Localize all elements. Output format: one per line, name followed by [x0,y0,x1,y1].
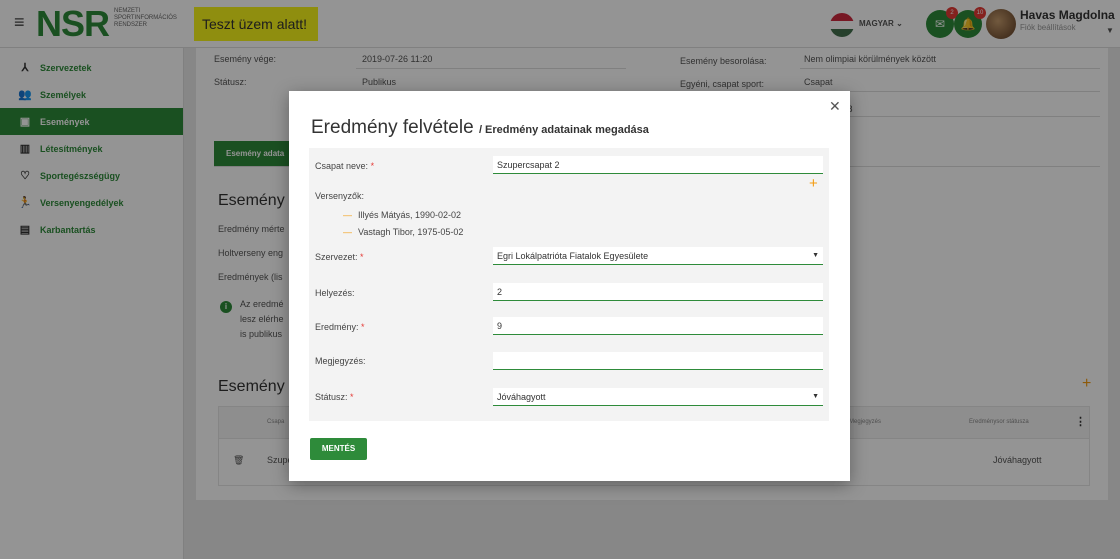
note-label: Megjegyzés: [315,356,366,366]
modal-title: Eredmény felvétele / Eredmény adatainak … [311,117,649,139]
team-name-label: Csapat neve: * [315,161,375,171]
competitor-item: — Vastagh Tibor, 1975-05-02 [343,227,464,237]
modal-title-text: Eredmény felvétele [311,117,474,138]
result-field[interactable]: 9 [493,317,823,335]
chevron-down-icon: ▼ [812,393,819,400]
note-field[interactable] [493,352,823,370]
close-icon[interactable]: ✕ [829,99,841,113]
organization-select[interactable]: Egri Lokálpatrióta Fiatalok Egyesülete ▼ [493,247,823,265]
competitors-label: Versenyzők: [315,191,365,201]
team-name-field[interactable]: Szupercsapat 2 [493,156,823,174]
placement-label: Helyezés: [315,288,355,298]
result-form: Csapat neve: * Szupercsapat 2 Versenyzők… [309,148,829,421]
modal-subtitle: / Eredmény adatainak megadása [478,124,649,136]
placement-field[interactable]: 2 [493,283,823,301]
add-result-modal: ✕ Eredmény felvétele / Eredmény adataina… [289,91,850,481]
add-competitor-plus-icon[interactable]: + [809,176,818,191]
competitor-item: — Illyés Mátyás, 1990-02-02 [343,210,462,220]
result-label: Eredmény: * [315,322,365,332]
status-label: Státusz: * [315,392,354,402]
status-select[interactable]: Jóváhagyott ▼ [493,388,823,406]
chevron-down-icon: ▼ [812,252,819,259]
save-button[interactable]: MENTÉS [310,438,367,460]
organization-label: Szervezet: * [315,252,364,262]
